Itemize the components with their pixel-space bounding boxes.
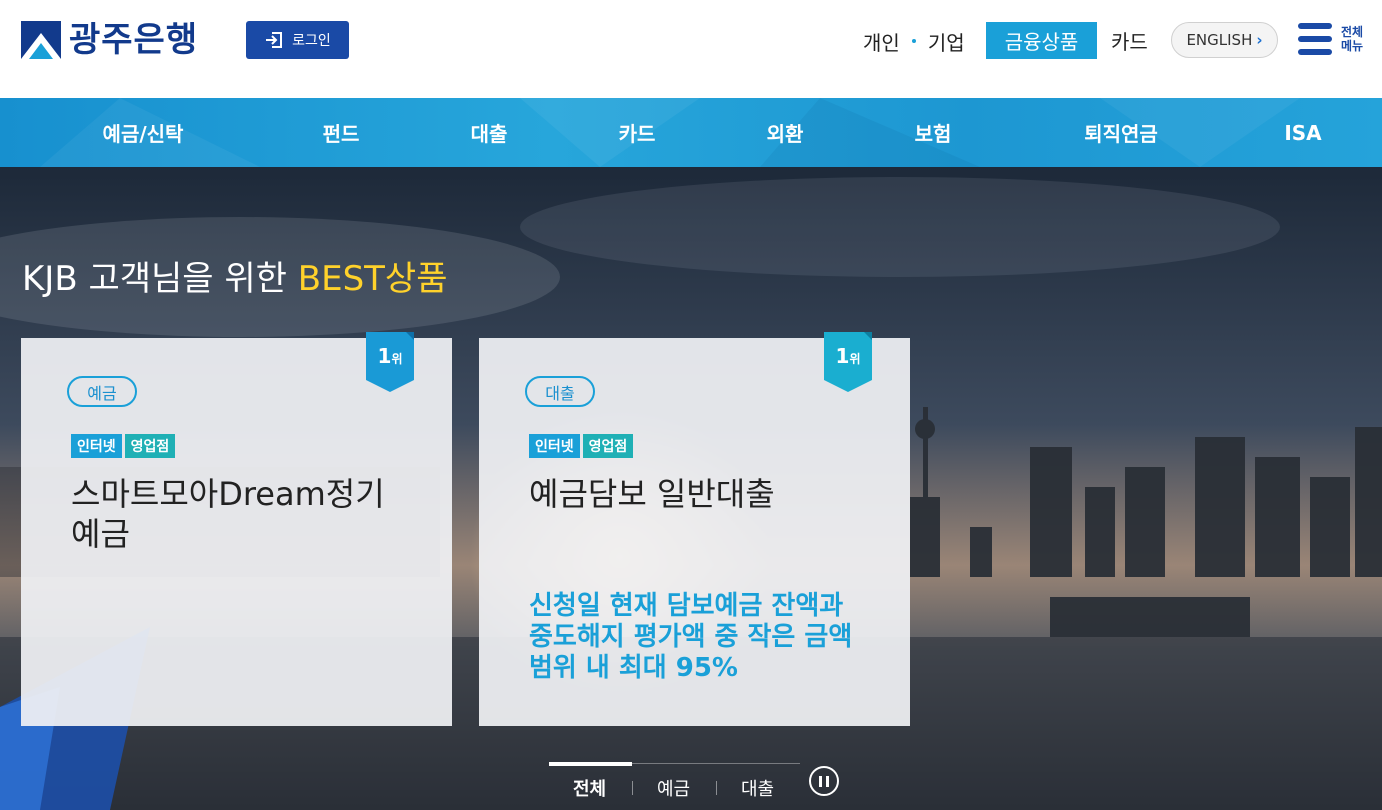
tab-loan[interactable]: 대출: [741, 775, 774, 801]
login-label: 로그인: [292, 33, 331, 49]
product-card[interactable]: 1위 대출 인터넷 영업점 예금담보 일반대출 신청일 현재 담보예금 잔액과 …: [479, 332, 910, 726]
tab-separator: [716, 781, 717, 795]
rank-number: 1: [377, 344, 392, 368]
rank-number: 1: [835, 344, 850, 368]
login-icon: [266, 32, 283, 48]
all-menu-label: 전체 메뉴: [1341, 25, 1371, 53]
gnb-item-deposit[interactable]: 예금/신탁: [103, 98, 184, 167]
channel-tags: 인터넷 영업점: [529, 434, 636, 458]
active-tab-indicator: [549, 762, 632, 766]
gnb-item-loan[interactable]: 대출: [471, 98, 508, 167]
category-badge: 대출: [525, 376, 595, 407]
gnb-item-foreign-exchange[interactable]: 외환: [767, 98, 804, 167]
rank-ribbon: 1위: [824, 332, 872, 392]
corporate-link[interactable]: 기업: [928, 27, 965, 56]
financial-products-button[interactable]: 금융상품: [986, 22, 1097, 59]
channel-tags: 인터넷 영업점: [71, 434, 178, 458]
hero-title: KJB 고객님을 위한 BEST상품: [22, 251, 447, 300]
rank-label: 1위: [366, 344, 414, 368]
customer-type-nav: 개인 기업: [863, 22, 965, 60]
logo-text: 광주은행: [69, 20, 199, 60]
product-name: 예금담보 일반대출: [529, 475, 775, 513]
tab-deposit[interactable]: 예금: [657, 775, 690, 801]
gnb-item-card[interactable]: 카드: [619, 98, 656, 167]
financial-products-label: 금융상품: [1004, 30, 1079, 54]
all-menu-label-line1: 전체: [1341, 25, 1364, 39]
gnb-item-fund[interactable]: 펀드: [323, 98, 360, 167]
card-link-label: 카드: [1111, 30, 1148, 54]
logo[interactable]: 광주은행: [21, 21, 198, 59]
tag-internet: 인터넷: [529, 434, 580, 458]
product-description: 신청일 현재 담보예금 잔액과 중도해지 평가액 중 작은 금액 범위 내 최대…: [529, 591, 853, 683]
card-link[interactable]: 카드: [1111, 22, 1148, 59]
rank-suffix: 위: [849, 352, 861, 366]
nav-separator-dot: [911, 39, 916, 43]
product-name: 스마트모아Dream정기예금: [71, 475, 385, 553]
hero-title-prefix: KJB 고객님을 위한: [22, 259, 298, 299]
product-card[interactable]: 1위 예금 인터넷 영업점 스마트모아Dream정기예금: [21, 332, 452, 726]
product-filter-tabs: 전체 예금 대출: [549, 762, 800, 810]
english-button[interactable]: ENGLISH ›: [1171, 22, 1278, 58]
tag-branch: 영업점: [124, 434, 176, 458]
rank-suffix: 위: [391, 352, 403, 366]
pause-button[interactable]: [809, 766, 839, 796]
pause-icon-bar: [826, 776, 829, 787]
rank-label: 1위: [824, 344, 872, 368]
chevron-right-icon: ›: [1256, 31, 1263, 49]
tab-all[interactable]: 전체: [573, 775, 606, 801]
login-button[interactable]: 로그인: [246, 21, 349, 59]
gnb-item-isa[interactable]: ISA: [1284, 98, 1321, 167]
pause-icon-bar: [819, 776, 822, 787]
gnb-item-retirement-pension[interactable]: 퇴직연금: [1084, 98, 1158, 167]
site-header: 광주은행 로그인 개인 기업 금융상품 카드 ENGLISH › 전체 메뉴: [0, 0, 1382, 98]
tab-separator: [632, 781, 633, 795]
category-badge: 예금: [67, 376, 137, 407]
tag-internet: 인터넷: [71, 434, 122, 458]
nav-pattern: [40, 98, 1300, 167]
english-label: ENGLISH: [1186, 31, 1253, 49]
rank-ribbon: 1위: [366, 332, 414, 392]
tag-branch: 영업점: [582, 434, 634, 458]
logo-mark-icon: [21, 21, 61, 59]
main-navigation: 예금/신탁 펀드 대출 카드 외환 보험 퇴직연금 ISA: [0, 98, 1382, 167]
gnb-item-insurance[interactable]: 보험: [915, 98, 952, 167]
personal-link[interactable]: 개인: [863, 27, 900, 56]
hero-title-highlight: BEST상품: [297, 259, 448, 299]
hamburger-icon: [1298, 22, 1332, 56]
hero-section: KJB 고객님을 위한 BEST상품 1위 예금 인터넷 영업점 스마트모아Dr…: [0, 167, 1382, 810]
all-menu-label-line2: 메뉴: [1341, 39, 1364, 53]
all-menu-button[interactable]: 전체 메뉴: [1298, 22, 1371, 56]
